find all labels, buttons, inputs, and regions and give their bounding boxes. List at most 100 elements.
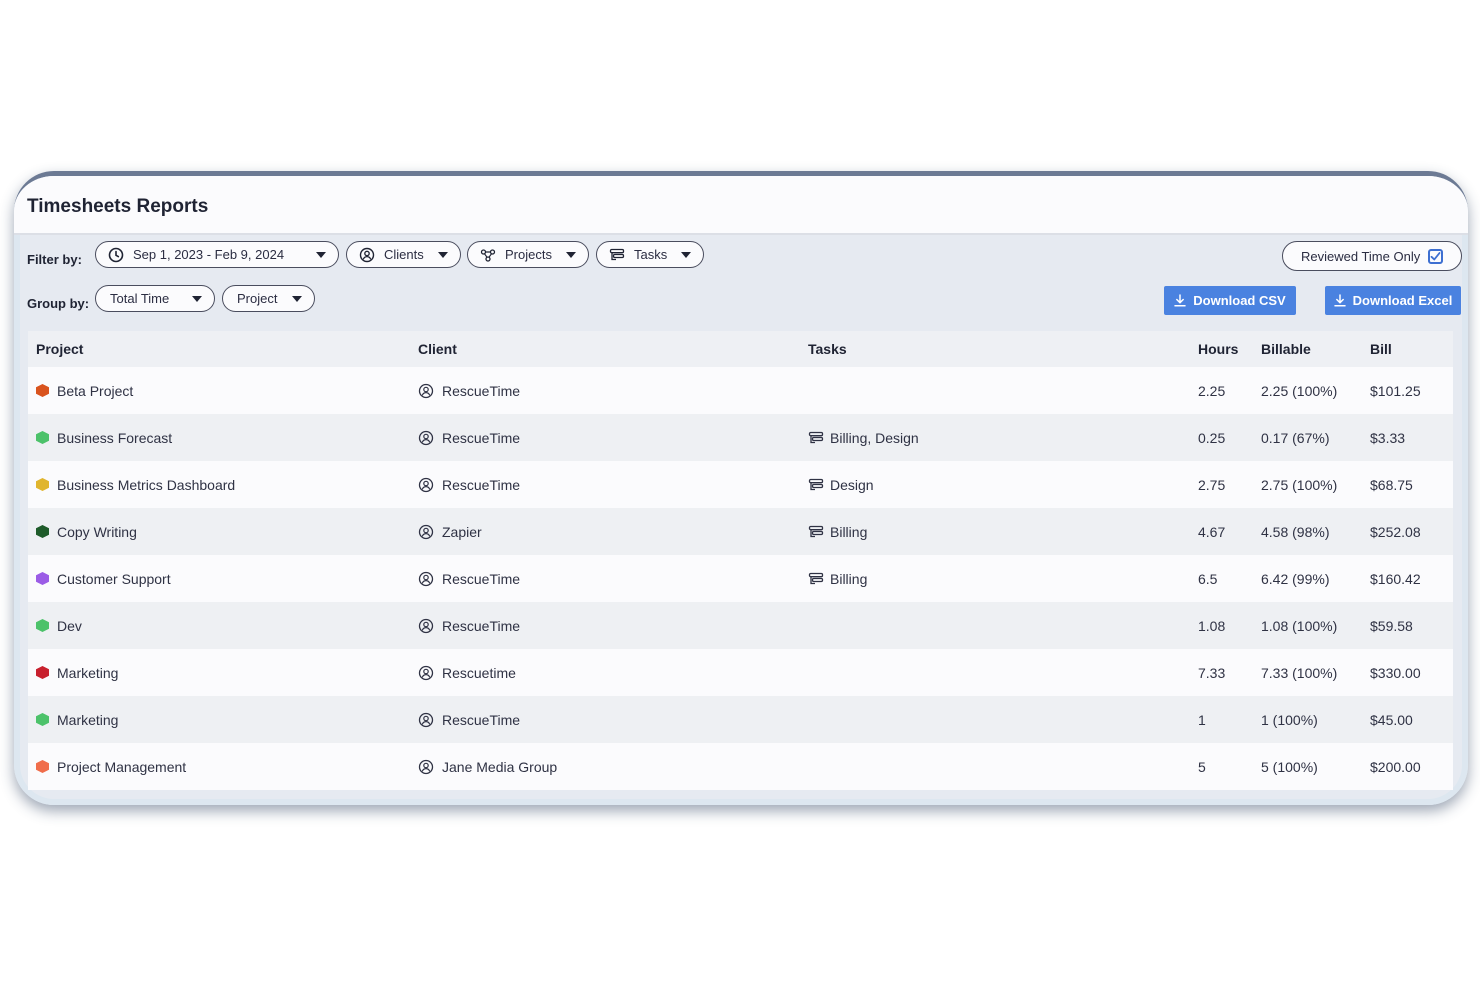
group-label: Group by: [27, 296, 90, 311]
column-header-hours[interactable]: Hours [1198, 341, 1261, 357]
column-header-bill[interactable]: Bill [1370, 341, 1453, 357]
tasks-filter[interactable]: Tasks [596, 241, 704, 268]
client-cell: RescueTime [418, 618, 808, 634]
table-row[interactable]: Copy Writing Zapier Billing 4.67 4.58 (98%) $… [28, 508, 1453, 555]
table-row[interactable]: Marketing Rescuetime 7.33 7.33 (100%) $330.0… [28, 649, 1453, 696]
client-name: RescueTime [442, 382, 521, 399]
client-icon [418, 665, 434, 681]
column-header-billable[interactable]: Billable [1261, 341, 1370, 357]
table-row[interactable]: Dev RescueTime 1.08 1.08 (100%) $59.58 [28, 602, 1453, 649]
download-icon [1333, 294, 1346, 307]
client-cell: RescueTime [418, 430, 808, 446]
client-icon [418, 571, 434, 587]
billable-cell: 6.42 (99%) [1261, 570, 1330, 587]
projects-filter-label: Projects [505, 247, 552, 262]
hours-cell: 0.25 [1198, 429, 1226, 446]
chevron-down-icon [292, 295, 302, 302]
project-cell: Marketing [28, 665, 418, 681]
download-icon [1174, 294, 1187, 307]
reviewed-time-toggle[interactable]: Reviewed Time Only [1282, 241, 1462, 271]
project-color-icon [36, 572, 49, 585]
client-name: RescueTime [442, 617, 521, 634]
task-icon [808, 477, 824, 493]
reviewed-checkbox[interactable] [1428, 248, 1444, 264]
project-cell: Marketing [28, 712, 418, 728]
projects-filter[interactable]: Projects [467, 241, 589, 268]
project-color-icon [36, 478, 49, 491]
date-range-filter[interactable]: Sep 1, 2023 - Feb 9, 2024 [95, 241, 339, 268]
download-excel-label: Download Excel [1352, 293, 1453, 308]
project-cell: Dev [28, 618, 418, 634]
table-row[interactable]: Beta Project RescueTime 2.25 2.25 (100%) $10… [28, 367, 1453, 414]
billable-cell: 2.75 (100%) [1261, 476, 1338, 493]
download-csv-label: Download CSV [1193, 293, 1286, 308]
table-row[interactable]: Marketing RescueTime 1 1 (100%) $45.00 [28, 696, 1453, 743]
project-cell: Beta Project [28, 383, 418, 399]
project-color-icon [36, 713, 49, 726]
project-name: Project Management [57, 758, 187, 775]
project-cell: Project Management [28, 759, 418, 775]
tasks-cell: Design [808, 477, 1198, 493]
clients-filter[interactable]: Clients [346, 241, 461, 268]
project-color-icon [36, 431, 49, 444]
project-cell: Business Metrics Dashboard [28, 477, 418, 493]
billable-cell: 7.33 (100%) [1261, 664, 1338, 681]
client-name: Rescuetime [442, 664, 516, 681]
projects-icon [480, 247, 496, 263]
client-icon [359, 247, 375, 263]
hours-cell: 1 [1198, 711, 1206, 728]
column-header-project[interactable]: Project [28, 341, 418, 357]
project-name: Beta Project [57, 382, 134, 399]
client-name: Jane Media Group [442, 758, 558, 775]
client-cell: RescueTime [418, 477, 808, 493]
bill-cell: $45.00 [1370, 711, 1413, 728]
group-by-secondary-select[interactable]: Project [222, 285, 315, 312]
group-secondary-value: Project [237, 291, 278, 306]
project-name: Customer Support [57, 570, 171, 587]
download-csv-button[interactable]: Download CSV [1164, 286, 1296, 315]
column-header-tasks[interactable]: Tasks [808, 341, 1198, 357]
project-color-icon [36, 760, 49, 773]
table-row[interactable]: Business Metrics Dashboard RescueTime Desi… [28, 461, 1453, 508]
chevron-down-icon [566, 251, 576, 258]
client-name: RescueTime [442, 570, 521, 587]
hours-cell: 2.75 [1198, 476, 1226, 493]
table-row[interactable]: Project Management Jane Media Group 5 5 (10… [28, 743, 1453, 790]
column-header-client[interactable]: Client [418, 341, 808, 357]
client-name: RescueTime [442, 429, 521, 446]
task-names: Design [830, 476, 874, 493]
table-row[interactable]: Business Forecast RescueTime Billing, Desi… [28, 414, 1453, 461]
client-icon [418, 712, 434, 728]
client-name: RescueTime [442, 476, 521, 493]
hours-cell: 1.08 [1198, 617, 1226, 634]
client-icon [418, 430, 434, 446]
client-cell: Jane Media Group [418, 759, 808, 775]
project-color-icon [36, 666, 49, 679]
billable-cell: 2.25 (100%) [1261, 382, 1338, 399]
task-icon [808, 524, 824, 540]
client-icon [418, 524, 434, 540]
download-excel-button[interactable]: Download Excel [1325, 286, 1461, 315]
project-name: Marketing [57, 711, 119, 728]
page-title: Timesheets Reports [27, 196, 209, 217]
project-cell: Copy Writing [28, 524, 418, 540]
project-color-icon [36, 619, 49, 632]
tasks-filter-label: Tasks [634, 247, 668, 262]
hours-cell: 7.33 [1198, 664, 1226, 681]
bill-cell: $252.08 [1370, 523, 1421, 540]
client-cell: RescueTime [418, 712, 808, 728]
hours-cell: 4.67 [1198, 523, 1226, 540]
reviewed-time-label: Reviewed Time Only [1301, 248, 1421, 264]
group-by-primary-select[interactable]: Total Time [95, 285, 215, 312]
tasks-icon [609, 247, 625, 263]
bill-cell: $160.42 [1370, 570, 1421, 587]
client-name: Zapier [442, 523, 482, 540]
table-body: Beta Project RescueTime 2.25 2.25 (100%) $10… [28, 367, 1453, 790]
task-names: Billing [830, 570, 868, 587]
timesheets-report-card: Timesheets Reports Filter by: Sep 1, 202… [14, 171, 1468, 805]
project-name: Business Metrics Dashboard [57, 476, 236, 493]
client-icon [418, 477, 434, 493]
chevron-down-icon [438, 251, 448, 258]
project-color-icon [36, 384, 49, 397]
table-row[interactable]: Customer Support RescueTime Billing 6.5 6.42… [28, 555, 1453, 602]
